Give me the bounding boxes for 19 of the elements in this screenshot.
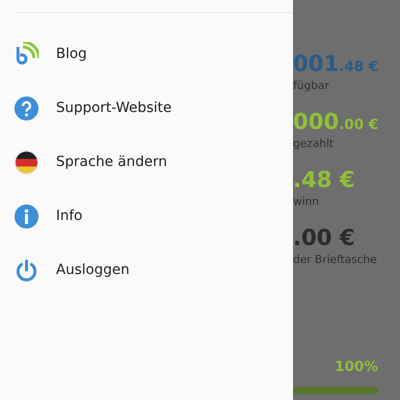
amount: 000.00 € xyxy=(293,110,378,135)
info-icon xyxy=(14,204,39,228)
amount: .48 € xyxy=(293,168,355,193)
amount-label: der Brieftasche xyxy=(293,253,377,266)
amount: .00 € xyxy=(293,226,355,251)
amount: 001.48 € xyxy=(293,52,378,77)
amount-label: gezahlt xyxy=(293,137,334,150)
amount-label: winn xyxy=(293,195,319,208)
flag-icon xyxy=(14,150,39,174)
menu-item[interactable]: Blog xyxy=(0,27,293,81)
help-icon xyxy=(14,96,39,120)
amount-label: fügbar xyxy=(293,79,330,92)
menu-item[interactable]: Info xyxy=(0,189,293,243)
menu-item[interactable]: Support-Website xyxy=(0,81,293,135)
menu-item[interactable]: Sprache ändern xyxy=(0,135,293,189)
progress-percent: 100% xyxy=(334,359,378,375)
blog-icon xyxy=(14,42,39,66)
power-icon xyxy=(14,258,39,282)
menu-item[interactable]: Ausloggen xyxy=(0,243,293,297)
